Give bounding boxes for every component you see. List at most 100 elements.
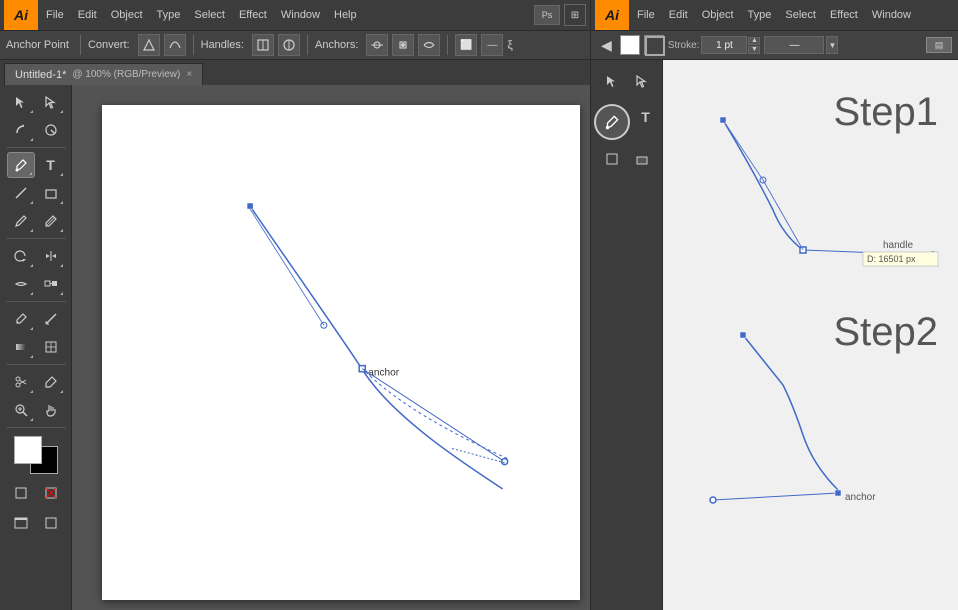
- tool-pen-triangle: [29, 172, 32, 175]
- tool-lasso[interactable]: [37, 117, 65, 143]
- separator4: [447, 35, 448, 55]
- anchors-btn-2[interactable]: [392, 34, 414, 56]
- tool-gradient[interactable]: [7, 334, 35, 360]
- tool-mirror[interactable]: [37, 243, 65, 269]
- right-content: T Step1: [591, 60, 958, 610]
- tool-zoom[interactable]: [7, 397, 35, 423]
- anchors-btn-3[interactable]: [418, 34, 440, 56]
- tool-width-triangle: [30, 292, 33, 295]
- tool-rect-triangle: [60, 201, 63, 204]
- tool-screen-normal[interactable]: [7, 510, 35, 536]
- menu-help[interactable]: Help: [328, 7, 363, 23]
- tool-pen[interactable]: [7, 152, 35, 178]
- tab-close-btn[interactable]: ×: [186, 69, 192, 80]
- tool-direct-select[interactable]: [37, 89, 65, 115]
- tool-width[interactable]: [7, 271, 35, 297]
- svg-text:handle: handle: [883, 240, 913, 251]
- tool-row-6: [7, 243, 65, 269]
- tool-row-4: [7, 180, 65, 206]
- color-foreground[interactable]: [14, 436, 42, 464]
- right-menu-file[interactable]: File: [631, 7, 661, 23]
- tool-row-9: [7, 334, 65, 360]
- menu-effect[interactable]: Effect: [233, 7, 273, 23]
- stroke-controls: Stroke: 1 pt ▲ ▼: [668, 36, 761, 54]
- tool-eraser[interactable]: [37, 369, 65, 395]
- tool-pencil[interactable]: [37, 208, 65, 234]
- stroke-box-icon[interactable]: [644, 35, 664, 55]
- right-tool-type[interactable]: T: [632, 104, 660, 130]
- tool-scissors[interactable]: [7, 369, 35, 395]
- right-tool-direct-select[interactable]: [628, 68, 656, 94]
- tool-warp[interactable]: [7, 117, 35, 143]
- convert-label: Convert:: [88, 39, 130, 51]
- canvas-document: anchor: [102, 105, 580, 600]
- handles-btn-1[interactable]: [252, 34, 274, 56]
- stroke-down[interactable]: ▼: [748, 46, 760, 54]
- grid-icon[interactable]: ⊞: [564, 4, 586, 26]
- stroke-arrow-dropdown[interactable]: ▼: [826, 36, 838, 54]
- stroke-up[interactable]: ▲: [748, 37, 760, 45]
- right-menu-edit[interactable]: Edit: [663, 7, 694, 23]
- tool-zoom-triangle: [30, 418, 33, 421]
- tool-meshgradient[interactable]: [37, 334, 65, 360]
- stroke-spinners: ▲ ▼: [748, 37, 760, 54]
- tool-measure[interactable]: [37, 306, 65, 332]
- tool-rect[interactable]: [37, 180, 65, 206]
- tool-row-8: [7, 306, 65, 332]
- anchors-btn-1[interactable]: [366, 34, 388, 56]
- menu-select[interactable]: Select: [188, 7, 231, 23]
- tool-line[interactable]: [7, 180, 35, 206]
- document-tab[interactable]: Untitled-1* @ 100% (RGB/Preview) ×: [4, 63, 203, 85]
- separator1: [80, 35, 81, 55]
- menu-edit[interactable]: Edit: [72, 7, 103, 23]
- right-menu-effect[interactable]: Effect: [824, 7, 864, 23]
- dash-btn[interactable]: —: [481, 34, 503, 56]
- right-tool-select[interactable]: [598, 68, 626, 94]
- left-panel: Ai File Edit Object Type Select Effect W…: [0, 0, 590, 610]
- right-menu-object[interactable]: Object: [696, 7, 740, 23]
- view-btn[interactable]: ⬜: [455, 34, 477, 56]
- tool-blend[interactable]: [37, 271, 65, 297]
- handles-label: Handles:: [201, 39, 244, 51]
- left-toolbar: Anchor Point Convert: Handles: Anchors:: [0, 30, 590, 60]
- tool-select[interactable]: [7, 89, 35, 115]
- tool-screen-full[interactable]: [37, 510, 65, 536]
- tool-eyedropper[interactable]: [7, 306, 35, 332]
- right-menu-type[interactable]: Type: [742, 7, 778, 23]
- tool-type[interactable]: T: [37, 152, 65, 178]
- anchors-label: Anchors:: [315, 39, 358, 51]
- tool-warp-triangle: [30, 138, 33, 141]
- stroke-value[interactable]: 1 pt: [701, 36, 747, 54]
- right-tool-pen-circle[interactable]: [594, 104, 630, 140]
- stroke-arrow-select[interactable]: —: [764, 36, 824, 54]
- tool-color-mode-2[interactable]: [37, 480, 65, 506]
- tool-row-7: [7, 271, 65, 297]
- fill-swatch[interactable]: [620, 35, 640, 55]
- tool-rotate[interactable]: [7, 243, 35, 269]
- tool-paintbrush[interactable]: [7, 208, 35, 234]
- menu-file[interactable]: File: [40, 7, 70, 23]
- toolbox-sep-3: [6, 301, 66, 302]
- handles-btn-2[interactable]: [278, 34, 300, 56]
- menu-window[interactable]: Window: [275, 7, 326, 23]
- right-tool-row-pen: T: [594, 104, 660, 140]
- tool-hand[interactable]: [37, 397, 65, 423]
- right-view-mode[interactable]: ▤: [926, 37, 952, 53]
- tool-row-3: T: [7, 152, 65, 178]
- right-menu-bar: Ai File Edit Object Type Select Effect W…: [591, 0, 958, 30]
- right-ai-logo: Ai: [595, 0, 629, 30]
- toolbox-sep-4: [6, 364, 66, 365]
- menu-object[interactable]: Object: [105, 7, 149, 23]
- right-menu-select[interactable]: Select: [779, 7, 822, 23]
- right-toolbar-prev[interactable]: ◀: [597, 37, 616, 54]
- convert-btn-2[interactable]: [164, 34, 186, 56]
- right-menu-window[interactable]: Window: [866, 7, 917, 23]
- menu-type[interactable]: Type: [151, 7, 187, 23]
- right-tool-extra-1[interactable]: [598, 146, 626, 172]
- svg-text:D: 16501 px: D: 16501 px: [867, 254, 916, 264]
- left-canvas-area[interactable]: anchor: [72, 85, 590, 610]
- convert-btn-1[interactable]: [138, 34, 160, 56]
- tool-color-mode-1[interactable]: [7, 480, 35, 506]
- right-tool-extra-2[interactable]: [628, 146, 656, 172]
- xi-icon[interactable]: ξ: [507, 38, 512, 52]
